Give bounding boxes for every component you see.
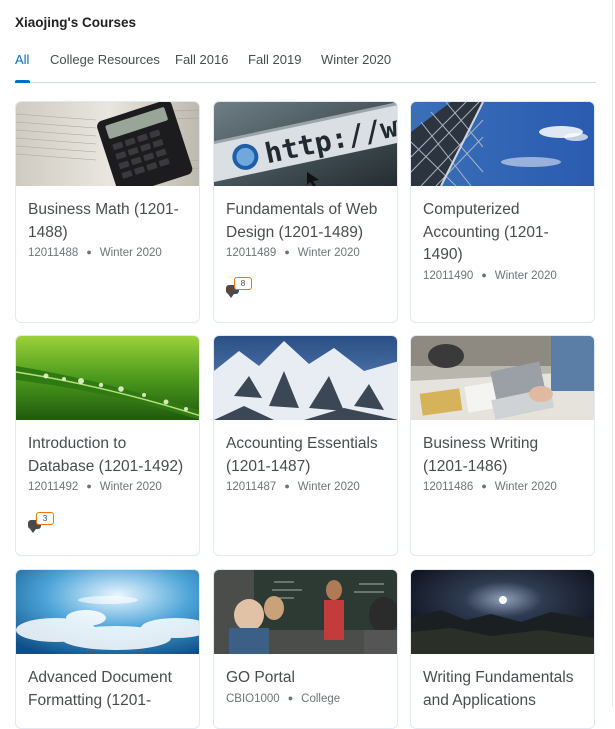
classroom-presentation-image: [214, 570, 397, 654]
http-address-bar-image: http://ww: [214, 102, 397, 186]
notification-count: 3: [36, 512, 54, 525]
course-title[interactable]: Computerized Accounting (1201-1490): [423, 199, 582, 267]
night-sky-landscape-image: [411, 570, 594, 654]
course-code: 12011490: [423, 269, 474, 282]
calculator-on-book-image: [16, 102, 199, 186]
notification-count: 8: [234, 277, 252, 290]
course-card[interactable]: Business Writing (1201-1486) 12011486 ● Wi…: [410, 335, 595, 556]
grass-dewdrops-image: [16, 336, 199, 420]
course-meta: CBIO1000 ● College: [226, 693, 385, 705]
active-tab-indicator: [15, 80, 30, 83]
laptop-desk-meeting-image: [411, 336, 594, 420]
course-code: 12011492: [28, 481, 79, 493]
widget-title: Xiaojing's Courses: [15, 15, 136, 30]
separator-dot: ●: [86, 481, 92, 491]
course-meta: 12011492 ● Winter 2020: [28, 481, 187, 493]
course-title[interactable]: Business Math (1201-1488): [28, 199, 187, 244]
course-term: College: [301, 692, 341, 705]
separator-dot: ●: [481, 481, 487, 491]
discussion-notification[interactable]: 3: [28, 512, 54, 534]
course-term: Winter 2020: [494, 481, 557, 493]
separator-dot: ●: [481, 269, 487, 280]
separator-dot: ●: [86, 247, 92, 257]
course-code: 12011486: [423, 481, 474, 493]
course-card[interactable]: Introduction to Database (1201-1492) 120…: [15, 335, 200, 556]
course-card[interactable]: Accounting Essentials (1201-1487) 120114…: [213, 335, 398, 556]
course-title[interactable]: Advanced Document Formatting (1201-: [28, 667, 187, 712]
tab-college-resources[interactable]: College Resources: [50, 52, 160, 67]
course-tabs: All College Resources Fall 2016 Fall 201…: [15, 52, 596, 83]
course-meta: 12011488 ● Winter 2020: [28, 247, 187, 259]
separator-dot: ●: [284, 247, 290, 257]
course-card[interactable]: Advanced Document Formatting (1201-: [15, 569, 200, 729]
course-term: Winter 2020: [494, 269, 557, 282]
tab-fall-2016[interactable]: Fall 2016: [175, 52, 228, 67]
tab-fall-2019[interactable]: Fall 2019: [248, 52, 301, 67]
my-courses-widget: Xiaojing's Courses All College Resources…: [0, 0, 613, 729]
course-title[interactable]: Business Writing (1201-1486): [423, 433, 582, 478]
course-term: Winter 2020: [99, 481, 162, 493]
tab-winter-2020[interactable]: Winter 2020: [321, 52, 391, 67]
course-card[interactable]: Business Math (1201-1488) 12011488 ● Winte…: [15, 101, 200, 323]
course-term: Winter 2020: [99, 247, 162, 259]
course-term: Winter 2020: [297, 247, 360, 259]
course-card[interactable]: Writing Fundamentals and Applications: [410, 569, 595, 729]
discussion-notification[interactable]: 8: [226, 277, 252, 299]
snowy-mountains-image: [214, 336, 397, 420]
separator-dot: ●: [287, 692, 294, 703]
course-card[interactable]: http://ww Fundamentals of Web Design (12…: [213, 101, 398, 323]
course-meta: 12011487 ● Winter 2020: [226, 481, 385, 493]
course-title[interactable]: Accounting Essentials (1201-1487): [226, 433, 385, 478]
course-title[interactable]: Writing Fundamentals and Applications: [423, 667, 582, 712]
course-title[interactable]: Introduction to Database (1201-1492): [28, 433, 187, 478]
course-code: 12011487: [226, 481, 277, 493]
tab-all[interactable]: All: [15, 52, 29, 67]
separator-dot: ●: [284, 481, 290, 491]
course-title[interactable]: Fundamentals of Web Design (1201-1489): [226, 199, 385, 244]
course-code: CBIO1000: [226, 692, 280, 705]
course-title[interactable]: GO Portal: [226, 667, 385, 690]
course-term: Winter 2020: [297, 481, 360, 493]
clouds-sky-image: [16, 570, 199, 654]
course-card[interactable]: Computerized Accounting (1201-1490) 1201…: [410, 101, 595, 323]
steel-tower-sky-image: [411, 102, 594, 186]
course-meta: 12011490 ● Winter 2020: [423, 270, 582, 282]
course-code: 12011489: [226, 247, 277, 259]
course-meta: 12011486 ● Winter 2020: [423, 481, 582, 493]
course-code: 12011488: [28, 247, 79, 259]
course-card[interactable]: GO Portal CBIO1000 ● College: [213, 569, 398, 729]
course-meta: 12011489 ● Winter 2020: [226, 247, 385, 259]
